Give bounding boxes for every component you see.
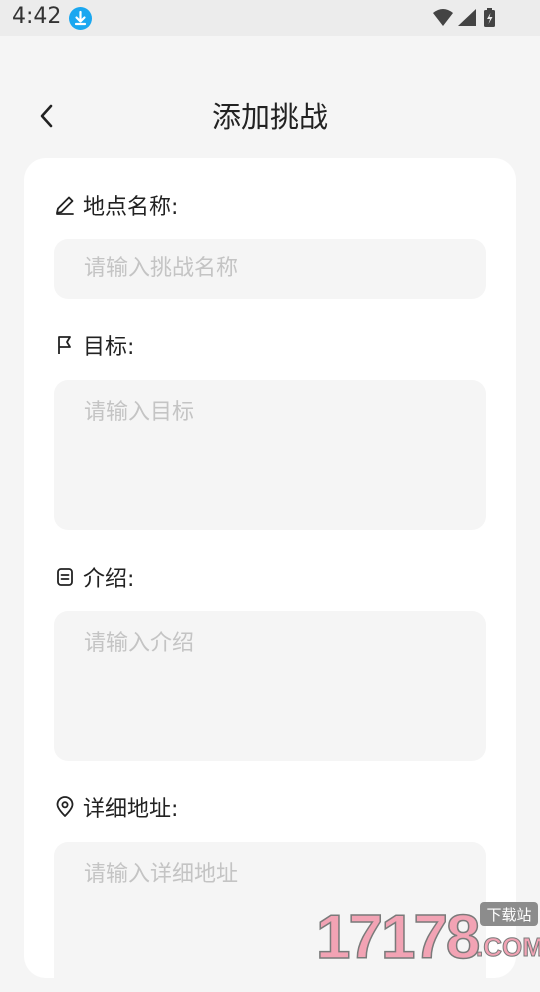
location-pin-icon (54, 796, 76, 818)
field-label-introduction: 介绍: (54, 561, 134, 593)
flag-icon (54, 334, 76, 356)
watermark-number: 17178 (316, 903, 479, 960)
field-label-text: 详细地址: (83, 797, 179, 822)
status-bar: 4:42 (0, 0, 540, 36)
wifi-icon (433, 9, 453, 26)
note-icon (54, 566, 76, 588)
field-label-location-name: 地点名称: (54, 189, 178, 221)
pencil-icon (54, 194, 76, 216)
page-title: 添加挑战 (211, 100, 328, 134)
status-time: 4:42 (12, 4, 62, 29)
field-label-address: 详细地址: (54, 791, 178, 823)
status-icons (432, 7, 502, 29)
form-card: 地点名称: 请输入挑战名称 目标: 请输入目标 介绍: 请输入介绍 详细地址: … (24, 158, 516, 992)
watermark-tag: 下载站 (486, 906, 531, 924)
watermark-domain: .COM (476, 932, 540, 960)
introduction-textarea[interactable]: 请输入介绍 (54, 611, 486, 761)
site-watermark: 17178 下载站 .COM (315, 898, 540, 973)
battery-icon (484, 8, 495, 27)
field-label-goal: 目标: (54, 329, 134, 361)
field-label-text: 目标: (83, 335, 135, 360)
download-icon (69, 7, 92, 30)
goal-textarea[interactable]: 请输入目标 (54, 380, 486, 530)
field-label-text: 介绍: (83, 567, 135, 592)
location-name-input[interactable]: 请输入挑战名称 (54, 239, 486, 299)
signal-icon (458, 9, 476, 26)
app-header: 添加挑战 (0, 36, 540, 160)
field-label-text: 地点名称: (83, 195, 179, 220)
